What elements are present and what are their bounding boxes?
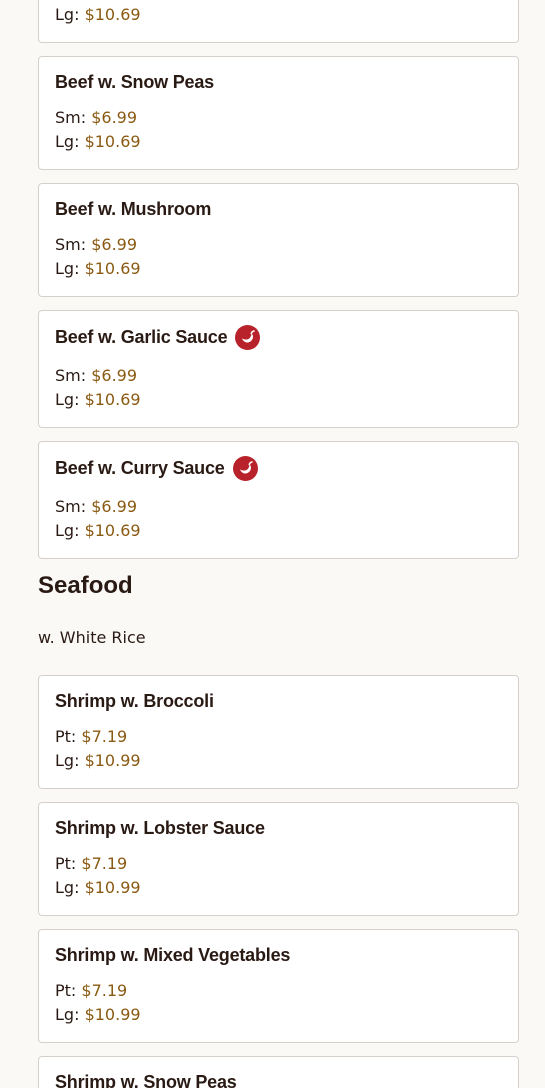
menu-item-name: Beef w. Snow Peas (55, 72, 214, 93)
menu-item-card[interactable]: Beef w. Mushroom Sm: $6.99 Lg: $10.69 (38, 183, 519, 297)
menu-item-name: Beef w. Mushroom (55, 199, 211, 220)
price-line-small: Sm: $6.99 (55, 235, 137, 254)
price-line-large: Lg: $10.69 (55, 259, 141, 278)
price-label: Lg: (55, 878, 80, 897)
price-label: Pt: (55, 727, 77, 746)
menu-item-name-text: Beef w. Garlic Sauce (55, 327, 228, 347)
menu-page: Lg: $10.69 Beef w. Snow Peas Sm: $6.99 L… (0, 0, 545, 1088)
menu-item-name-text: Shrimp w. Mixed Vegetables (55, 945, 291, 965)
price-line-large: Lg: $10.99 (55, 751, 141, 770)
menu-item-name-text: Beef w. Mushroom (55, 199, 212, 219)
price-value: $6.99 (91, 235, 138, 254)
price-value: $10.99 (84, 751, 141, 770)
spicy-pepper-icon (235, 325, 261, 350)
menu-item-card[interactable]: Lg: $10.69 (38, 0, 519, 43)
price-value: $10.69 (84, 132, 141, 151)
menu-item-name-text: Beef w. Snow Peas (55, 72, 214, 92)
menu-item-card[interactable]: Beef w. Garlic Sauce Sm: $6.99 Lg: $10.6… (38, 310, 519, 428)
section-title-seafood: Seafood (38, 572, 133, 599)
price-label: Sm: (55, 108, 87, 127)
spicy-pepper-icon (232, 456, 258, 481)
price-value: $10.99 (84, 878, 141, 897)
price-label: Sm: (55, 366, 87, 385)
price-value: $10.69 (84, 259, 141, 278)
price-label: Pt: (55, 854, 77, 873)
price-line-pint: Pt: $7.19 (55, 981, 127, 1000)
price-value: $10.69 (84, 5, 141, 24)
price-value: $10.69 (84, 521, 141, 540)
price-value: $6.99 (91, 108, 138, 127)
price-line-large: Lg: $10.69 (55, 390, 141, 409)
price-value: $7.19 (81, 981, 128, 1000)
price-line-large: Lg: $10.69 (55, 521, 141, 540)
price-value: $7.19 (81, 854, 128, 873)
price-label: Lg: (55, 751, 80, 770)
price-line-pint: Pt: $7.19 (55, 727, 127, 746)
price-label: Lg: (55, 521, 80, 540)
menu-item-name: Shrimp w. Broccoli (55, 691, 214, 712)
price-value: $10.69 (84, 390, 141, 409)
price-line-small: Sm: $6.99 (55, 497, 137, 516)
price-line-large: Lg: $10.69 (55, 5, 141, 24)
menu-item-name: Shrimp w. Lobster Sauce (55, 818, 265, 839)
price-value: $6.99 (91, 497, 138, 516)
price-value: $7.19 (81, 727, 128, 746)
price-label: Lg: (55, 259, 80, 278)
menu-item-card[interactable]: Shrimp w. Lobster Sauce Pt: $7.19 Lg: $1… (38, 802, 519, 916)
price-label: Lg: (55, 390, 80, 409)
menu-item-card[interactable]: Beef w. Curry Sauce Sm: $6.99 Lg: $10.69 (38, 441, 519, 559)
menu-item-name-text: Shrimp w. Broccoli (55, 691, 214, 711)
price-line-pint: Pt: $7.19 (55, 854, 127, 873)
menu-item-card[interactable]: Shrimp w. Mixed Vegetables Pt: $7.19 Lg:… (38, 929, 519, 1043)
price-line-large: Lg: $10.69 (55, 132, 141, 151)
price-value: $6.99 (91, 366, 138, 385)
menu-item-name: Shrimp w. Snow Peas (55, 1072, 237, 1088)
price-line-large: Lg: $10.99 (55, 1005, 141, 1024)
price-line-small: Sm: $6.99 (55, 366, 137, 385)
price-label: Sm: (55, 497, 87, 516)
menu-item-card[interactable]: Shrimp w. Snow Peas (38, 1056, 519, 1088)
price-label: Pt: (55, 981, 77, 1000)
menu-item-name: Beef w. Curry Sauce (55, 456, 258, 481)
menu-item-name-text: Shrimp w. Snow Peas (55, 1072, 237, 1088)
price-label: Sm: (55, 235, 87, 254)
price-label: Lg: (55, 1005, 80, 1024)
menu-item-card[interactable]: Shrimp w. Broccoli Pt: $7.19 Lg: $10.99 (38, 675, 519, 789)
price-label: Lg: (55, 5, 80, 24)
price-label: Lg: (55, 132, 80, 151)
menu-item-name: Shrimp w. Mixed Vegetables (55, 945, 290, 966)
menu-item-name-text: Shrimp w. Lobster Sauce (55, 818, 265, 838)
price-line-large: Lg: $10.99 (55, 878, 141, 897)
menu-item-name-text: Beef w. Curry Sauce (55, 458, 225, 478)
price-line-small: Sm: $6.99 (55, 108, 137, 127)
price-value: $10.99 (84, 1005, 141, 1024)
menu-item-name: Beef w. Garlic Sauce (55, 325, 261, 350)
menu-item-card[interactable]: Beef w. Snow Peas Sm: $6.99 Lg: $10.69 (38, 56, 519, 170)
section-subtitle: w. White Rice (38, 628, 146, 647)
